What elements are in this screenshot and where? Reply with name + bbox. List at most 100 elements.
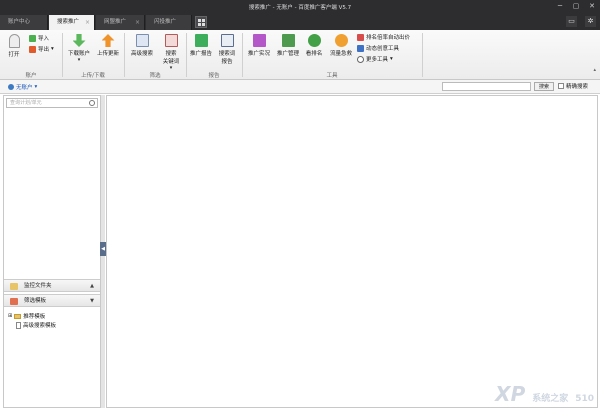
promo-report-button[interactable]: 推广报告 — [189, 34, 213, 57]
tab-network-promo[interactable]: 网盟推广 × — [96, 15, 145, 30]
document-icon — [16, 321, 21, 329]
filter-templates-label: 筛选模板 — [24, 298, 47, 304]
account-bar: 无账户 ▾ 搜索 精确搜索 — [0, 80, 600, 94]
filter-templates-header[interactable]: 筛选模板 ▼ — [4, 294, 100, 307]
collapse-arrow-icon[interactable]: ▲ — [90, 280, 94, 292]
app-grid-icon[interactable] — [195, 16, 207, 28]
group-label-account: 账户 — [25, 73, 37, 79]
import-icon — [29, 34, 36, 42]
folder-icon — [10, 283, 18, 290]
tab-flash-promo[interactable]: 闪投推广 — [146, 15, 192, 30]
open-label: 打开 — [8, 52, 20, 58]
exact-search-checkbox[interactable]: 精确搜索 — [558, 82, 588, 90]
download-icon — [72, 34, 86, 47]
account-selector[interactable]: 无账户 ▾ — [8, 83, 37, 91]
checkbox-icon — [558, 83, 564, 89]
advanced-search-button[interactable]: 高级搜索 — [128, 34, 156, 57]
tree-label: 推荐模板 — [23, 314, 46, 320]
bar-chart-icon — [194, 34, 208, 47]
search-button[interactable]: 搜索 — [534, 82, 554, 91]
manage-icon — [281, 34, 295, 47]
main-content-panel — [106, 95, 598, 408]
dynamic-creative-button[interactable]: 动态创意工具 — [357, 44, 399, 52]
rank-auto-bid-label: 排名倍率自动出价 — [366, 35, 411, 41]
search-word-report-label-1: 搜索词 — [218, 51, 236, 57]
group-label-tools: 工具 — [326, 73, 338, 79]
report-icon — [220, 34, 234, 47]
ribbon-collapse-icon[interactable]: ▴ — [593, 67, 596, 73]
tab-close-icon[interactable]: × — [85, 15, 90, 30]
settings-gear-icon[interactable]: ✲ — [585, 16, 596, 27]
more-tools-button[interactable]: 更多工具 ▾ — [357, 55, 393, 63]
monitor-folder-header[interactable]: 监控文件夹 ▲ — [4, 279, 100, 292]
traffic-boost-label: 流量急救 — [329, 51, 352, 57]
monitor-folder-label: 监控文件夹 — [24, 283, 52, 289]
export-icon — [29, 45, 36, 53]
search-icon[interactable] — [89, 100, 95, 106]
promo-report-label: 推广报告 — [189, 51, 212, 57]
search-keyword-label-1: 搜索 — [165, 51, 177, 57]
more-tools-label: 更多工具 — [366, 57, 389, 63]
message-icon[interactable]: ▭ — [566, 16, 577, 27]
promo-live-label: 推广实况 — [247, 51, 270, 57]
search-keyword-label-2: 关键词 — [162, 59, 180, 65]
user-open-icon — [8, 34, 20, 48]
rank-bid-icon — [357, 33, 364, 41]
title-bar: 搜索推广 - 无账户 - 百度推广客户端 V5.7 ─ ▢ ✕ — [0, 0, 600, 13]
search-keyword-button[interactable]: 搜索 关键词 ▾ — [158, 34, 184, 71]
look-rank-button[interactable]: 看排名 — [303, 34, 325, 57]
traffic-boost-button[interactable]: 流量急救 — [328, 34, 354, 57]
left-panel: 查询计划/单元 监控文件夹 ▲ 筛选模板 ▼ ⊞ 推荐模板 高级搜索模板 — [3, 95, 101, 408]
tab-label: 闪投推广 — [154, 19, 177, 25]
maximize-icon[interactable]: ▢ — [571, 1, 581, 11]
export-button[interactable]: 导出 ▾ — [29, 45, 54, 53]
promo-manage-label: 推广管理 — [276, 51, 299, 57]
upload-update-button[interactable]: 上传更新 — [95, 34, 121, 57]
plan-unit-search-input[interactable]: 查询计划/单元 — [6, 98, 98, 108]
import-label: 导入 — [38, 36, 50, 42]
search-doc-icon — [135, 34, 149, 47]
tab-bar: 账户中心 搜索推广 × 网盟推广 × 闪投推广 ▭ ✲ — [0, 13, 600, 30]
search-word-report-label-2: 报告 — [221, 59, 233, 65]
tree-expand-icon[interactable]: ⊞ — [8, 313, 12, 319]
tree-item-recommended[interactable]: ⊞ 推荐模板 — [8, 312, 45, 320]
site-watermark-logo: XP 系统之家 510 — [495, 382, 594, 406]
search-placeholder: 查询计划/单元 — [10, 100, 42, 106]
exact-search-label: 精确搜索 — [566, 84, 589, 90]
tab-label: 账户中心 — [8, 19, 31, 25]
user-icon — [8, 84, 14, 90]
watermark-xp: XP — [495, 382, 526, 406]
advanced-search-label: 高级搜索 — [130, 51, 153, 57]
search-input[interactable] — [442, 82, 531, 91]
chevron-down-icon: ▾ — [390, 56, 393, 62]
tab-close-icon[interactable]: × — [135, 15, 140, 30]
tree-label: 高级搜索模板 — [23, 323, 57, 329]
rank-auto-bid-button[interactable]: 排名倍率自动出价 — [357, 33, 410, 41]
upload-update-label: 上传更新 — [96, 51, 119, 57]
upload-icon — [101, 34, 115, 47]
import-button[interactable]: 导入 — [29, 34, 49, 42]
tab-label: 搜索推广 — [57, 19, 80, 25]
traffic-icon — [334, 34, 348, 47]
look-rank-label: 看排名 — [305, 51, 323, 57]
download-account-button[interactable]: 下载账户 ▾ — [66, 34, 92, 63]
watermark-site-number: 510 — [575, 394, 594, 404]
tab-account-center[interactable]: 账户中心 — [0, 15, 48, 30]
export-label: 导出 — [38, 47, 50, 53]
account-name: 无账户 — [16, 85, 33, 91]
promo-manage-button[interactable]: 推广管理 — [275, 34, 301, 57]
search-word-report-button[interactable]: 搜索词 报告 — [215, 34, 239, 65]
folder-icon — [14, 313, 22, 319]
minimize-icon[interactable]: ─ — [555, 1, 565, 11]
tab-label: 网盟推广 — [104, 19, 127, 25]
chevron-down-icon: ▾ — [34, 84, 38, 90]
tab-search-promo[interactable]: 搜索推广 × — [49, 15, 95, 30]
open-button[interactable]: 打开 — [6, 34, 22, 58]
divider — [422, 33, 423, 77]
template-icon — [10, 298, 18, 305]
promo-live-button[interactable]: 推广实况 — [246, 34, 272, 57]
expand-arrow-icon[interactable]: ▼ — [90, 295, 94, 307]
close-icon[interactable]: ✕ — [587, 1, 597, 11]
tree-item-advanced[interactable]: 高级搜索模板 — [16, 321, 56, 329]
watermark-site-name: 系统之家 — [532, 394, 569, 404]
